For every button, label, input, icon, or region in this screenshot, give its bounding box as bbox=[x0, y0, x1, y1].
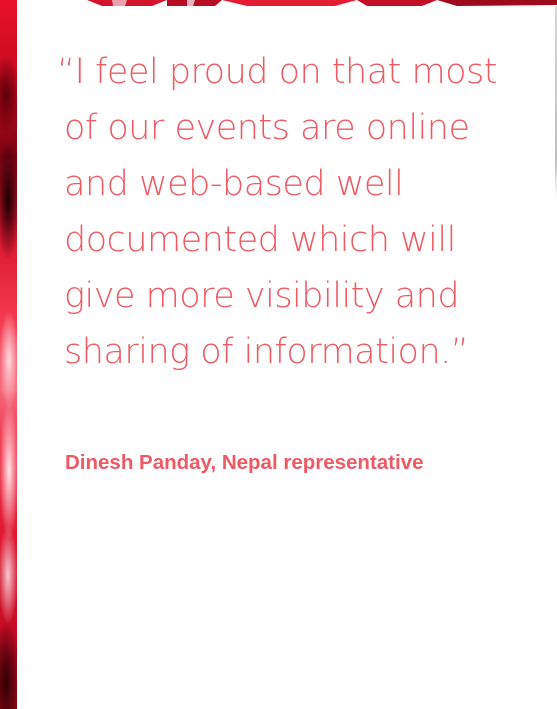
quote-line: documented which will bbox=[64, 220, 456, 260]
decorative-red-backdrop bbox=[0, 0, 17, 709]
quote-line: give more visibility and bbox=[64, 276, 460, 316]
quote-line: sharing of information.” bbox=[64, 332, 469, 372]
testimonial-quote: “I feel proud on that most of our events… bbox=[57, 44, 527, 380]
quote-line: and web-based well bbox=[64, 164, 404, 204]
quote-card: “I feel proud on that most of our events… bbox=[17, 6, 555, 709]
quote-line: “I feel proud on that most bbox=[57, 52, 497, 92]
quote-line: of our events are online bbox=[64, 108, 470, 148]
quote-attribution: Dinesh Panday, Nepal representative bbox=[65, 451, 424, 474]
